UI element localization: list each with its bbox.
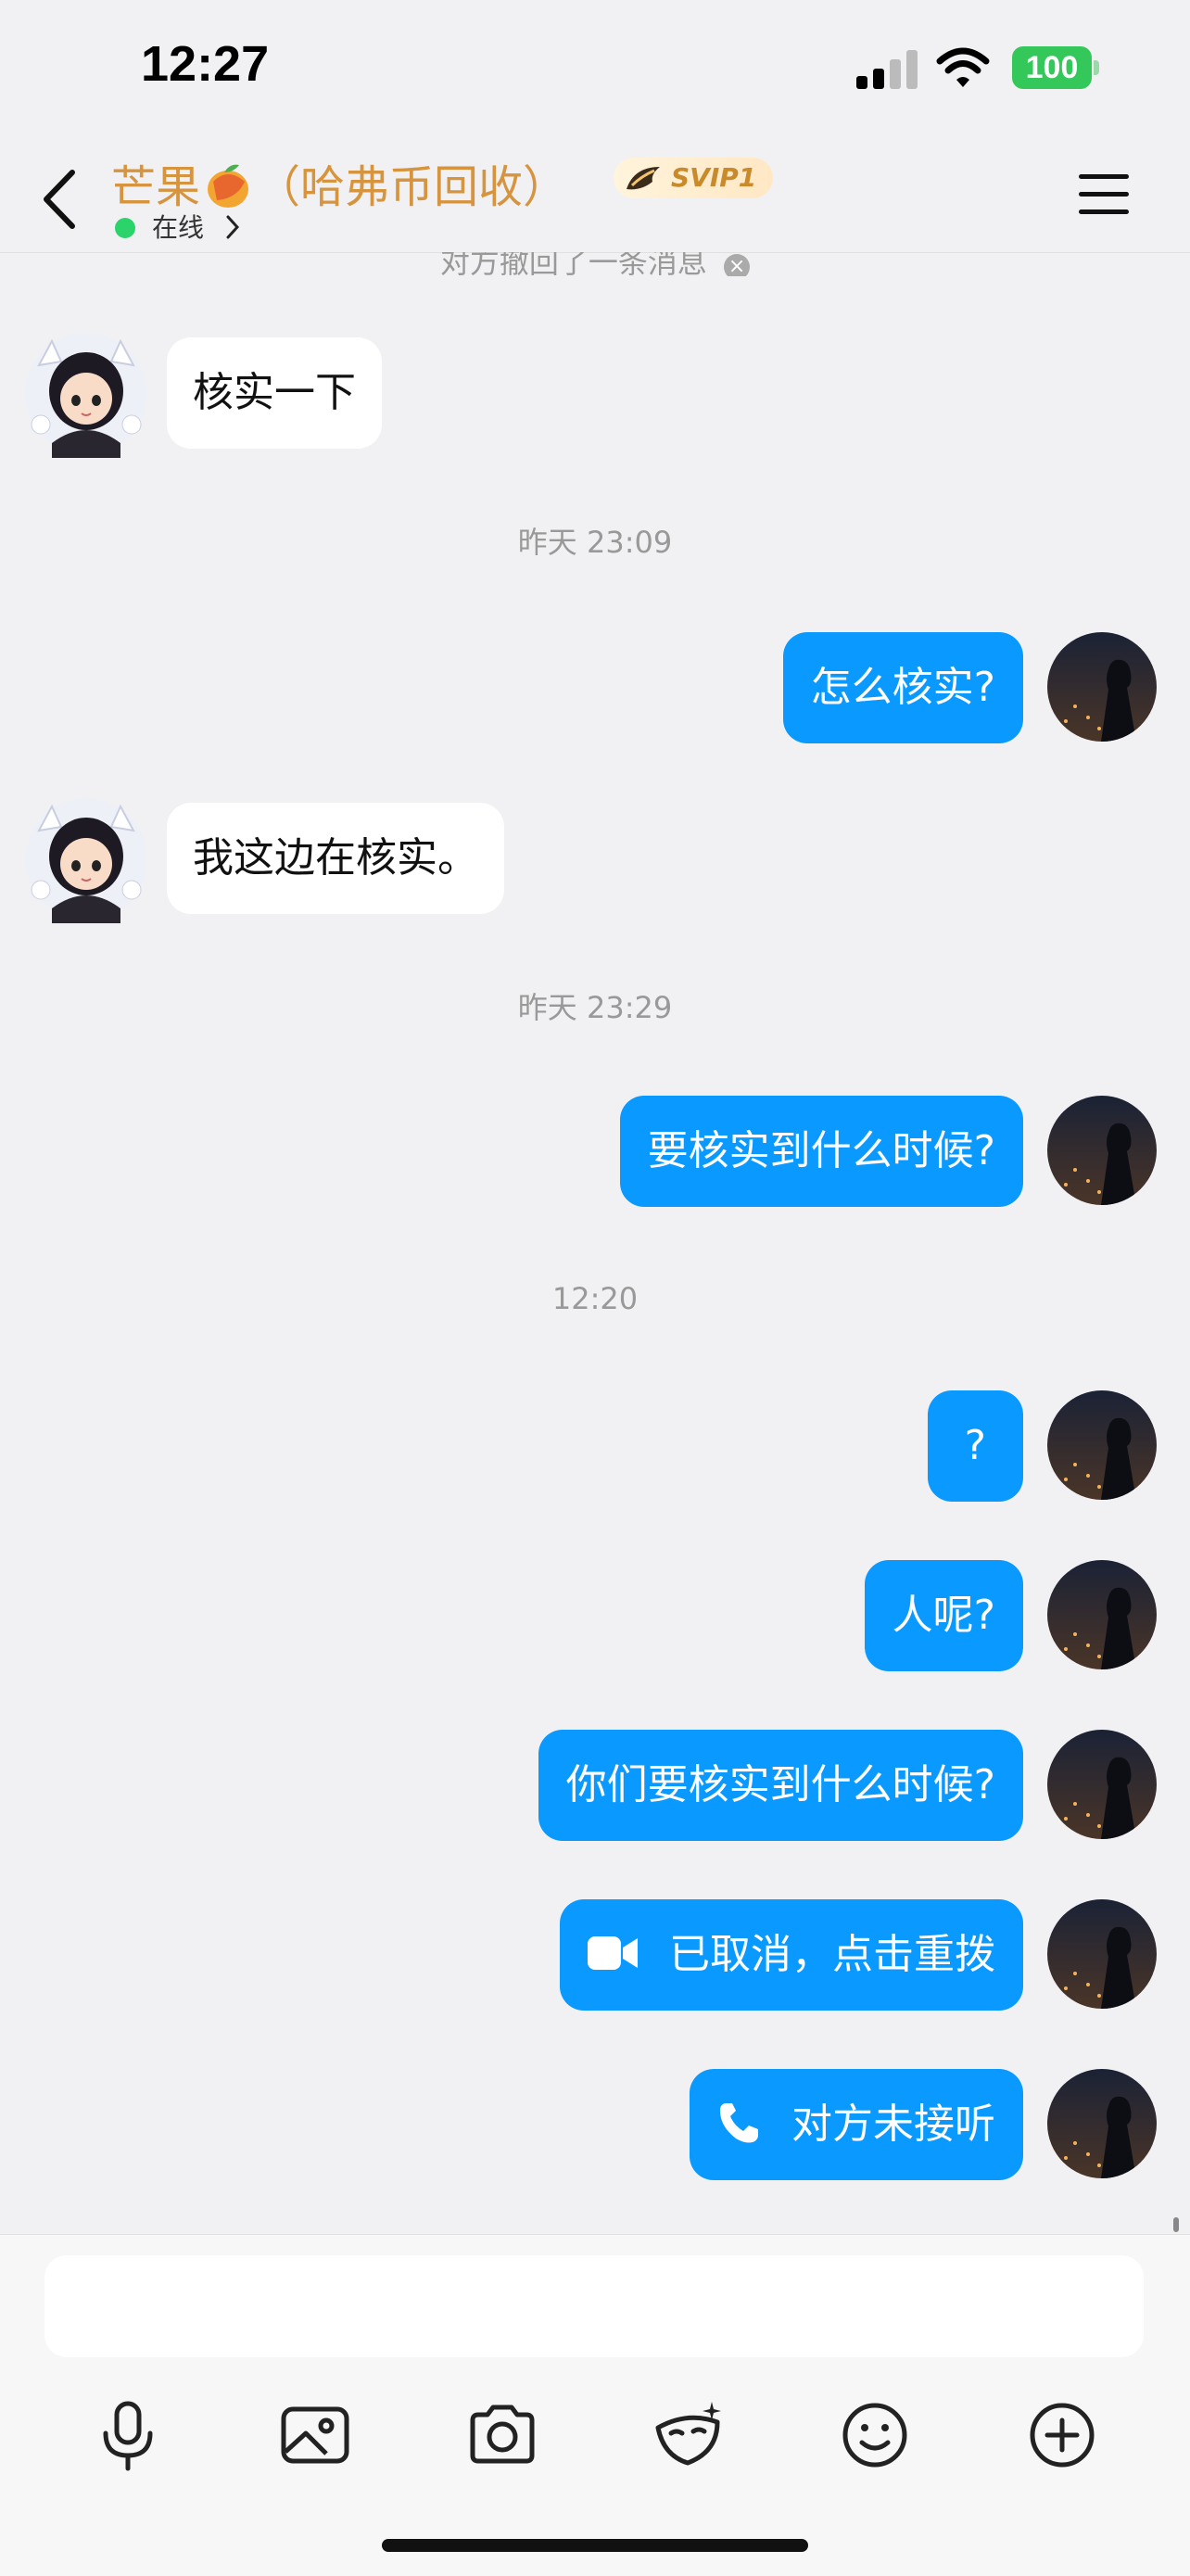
contact-avatar[interactable]: [20, 793, 152, 925]
vip-wing-icon: [627, 167, 660, 190]
chevron-right-icon: [226, 215, 239, 239]
mask-icon[interactable]: [651, 2398, 725, 2472]
my-avatar[interactable]: [1047, 632, 1157, 742]
my-avatar[interactable]: [1047, 1560, 1157, 1669]
status-time: 12:27: [141, 36, 270, 92]
contact-name[interactable]: 芒果 （哈弗币回收）: [111, 150, 567, 215]
battery-icon: 100: [1012, 46, 1099, 89]
video-call-label: 已取消，点击重拨: [669, 1931, 995, 1978]
recall-notice: 对方撤回了一条消息 ×: [0, 252, 1190, 276]
online-status[interactable]: 在线: [115, 208, 240, 245]
my-avatar[interactable]: [1047, 1730, 1157, 1839]
message-input[interactable]: [44, 2255, 1144, 2357]
message-timestamp: 昨天 23:29: [517, 990, 673, 1025]
my-avatar[interactable]: [1047, 1899, 1157, 2009]
message-bubble-incoming[interactable]: 核实一下: [167, 337, 382, 449]
phone-icon: [719, 2103, 758, 2143]
home-indicator[interactable]: [382, 2539, 808, 2552]
chat-header: 芒果 （哈弗币回收） SVIP1 在线: [0, 139, 1190, 253]
menu-icon[interactable]: [1077, 167, 1131, 221]
my-avatar[interactable]: [1047, 2069, 1157, 2178]
message-timestamp: 昨天 23:09: [517, 525, 673, 560]
svip-badge-label: SVIP1: [671, 162, 757, 193]
recall-notice-text: 对方撤回了一条消息: [439, 252, 707, 276]
message-bubble-outgoing[interactable]: 要核实到什么时候?: [619, 1096, 1023, 1207]
message-bubble-outgoing[interactable]: 人呢?: [864, 1560, 1023, 1671]
message-bubble-outgoing[interactable]: 你们要核实到什么时候?: [538, 1730, 1023, 1841]
camera-icon[interactable]: [465, 2398, 539, 2472]
voice-call-bubble[interactable]: 对方未接听: [690, 2069, 1023, 2180]
contact-name-suffix: （哈弗币回收）: [256, 161, 568, 213]
scroll-indicator[interactable]: [1173, 2217, 1179, 2232]
status-bar: 12:27 100: [0, 0, 1190, 139]
contact-avatar[interactable]: [20, 328, 152, 460]
close-icon[interactable]: ×: [724, 254, 751, 276]
message-bubble-incoming[interactable]: 我这边在核实。: [167, 803, 504, 914]
voice-call-label: 对方未接听: [791, 2100, 995, 2148]
mango-emoji-icon: [208, 164, 249, 208]
composer-bar: [0, 2234, 1190, 2576]
video-camera-icon: [588, 1936, 638, 1970]
cellular-signal-icon: [856, 50, 918, 89]
emoji-icon[interactable]: [838, 2398, 912, 2472]
message-timestamp: 12:20: [551, 1281, 639, 1316]
contact-name-prefix: 芒果: [111, 161, 201, 213]
my-avatar[interactable]: [1047, 1390, 1157, 1500]
my-avatar[interactable]: [1047, 1096, 1157, 1205]
online-status-label: 在线: [152, 212, 205, 243]
video-call-bubble[interactable]: 已取消，点击重拨: [560, 1899, 1023, 2011]
image-icon[interactable]: [278, 2398, 352, 2472]
message-bubble-outgoing[interactable]: ?: [927, 1390, 1023, 1502]
plus-icon[interactable]: [1025, 2398, 1099, 2472]
wifi-icon: [936, 47, 990, 87]
message-bubble-outgoing[interactable]: 怎么核实?: [782, 632, 1023, 743]
microphone-icon[interactable]: [91, 2398, 165, 2472]
back-icon[interactable]: [37, 167, 83, 232]
svip-badge[interactable]: SVIP1: [614, 158, 774, 198]
online-dot-icon: [115, 218, 135, 238]
battery-level: 100: [1012, 46, 1092, 89]
